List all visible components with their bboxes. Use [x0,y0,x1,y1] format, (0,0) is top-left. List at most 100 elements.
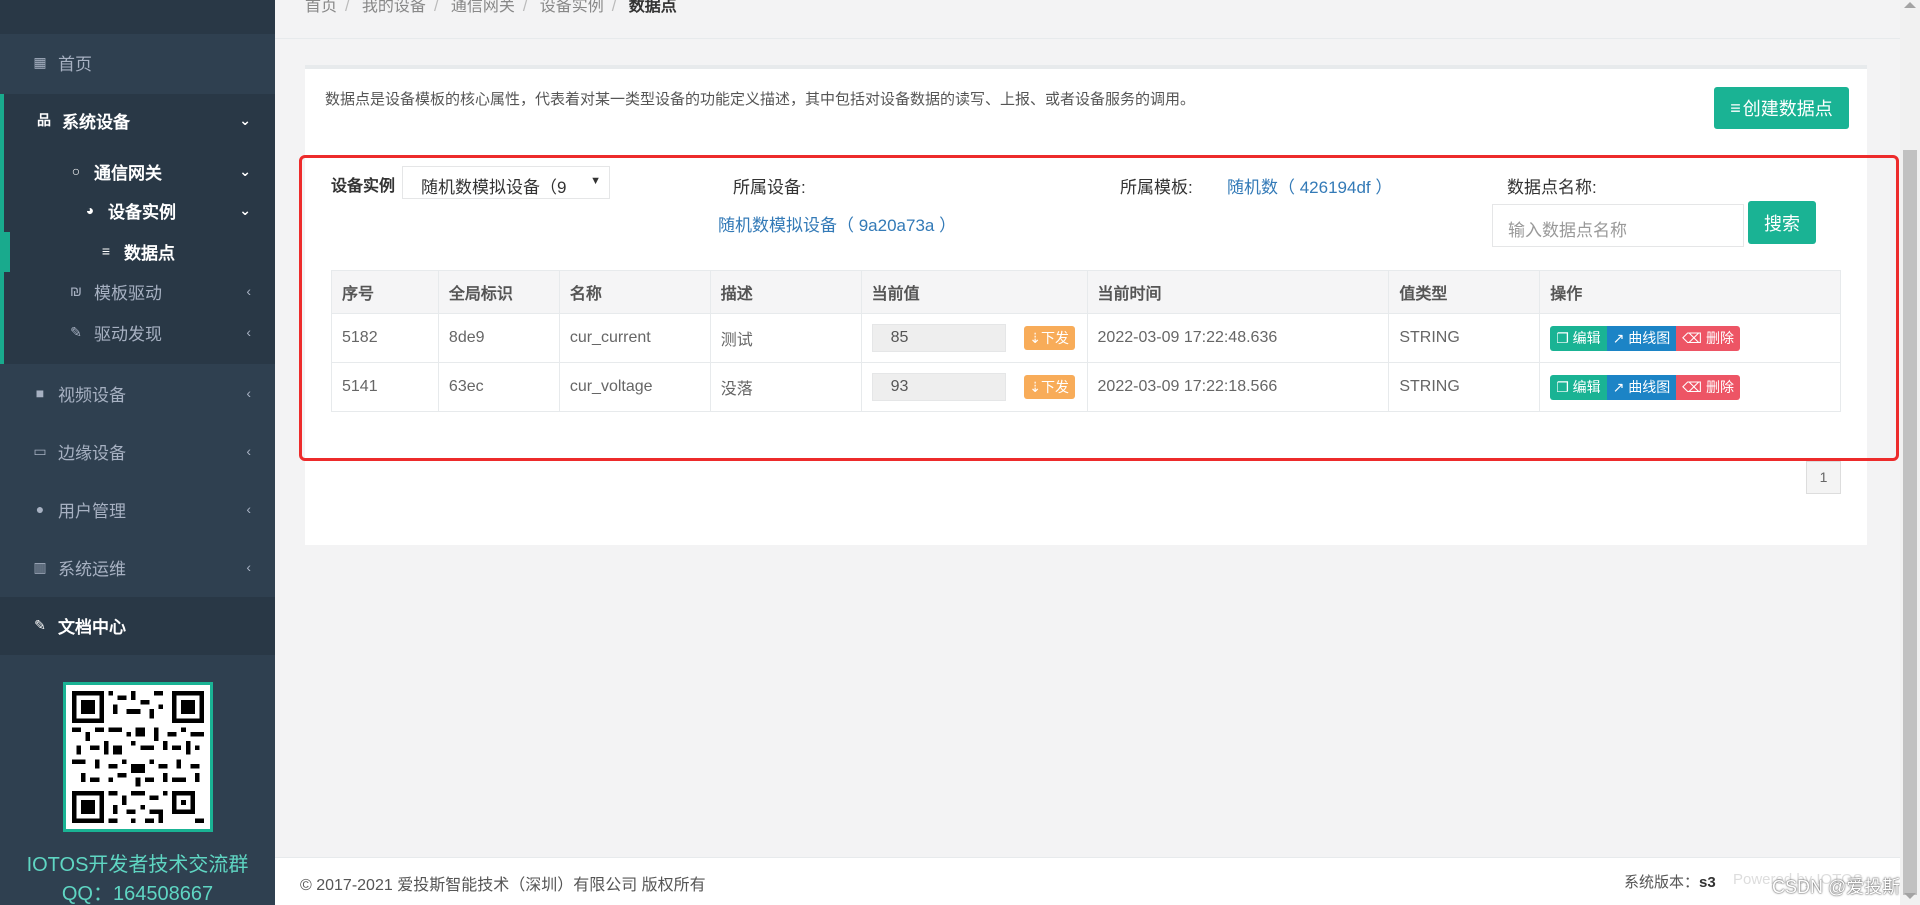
table-row: 5141 63ec cur_voltage 没落 93 ⇣下发 2022-03-0… [331,362,1841,412]
instance-select[interactable]: 随机数模拟设备（9 ▼ [402,166,610,199]
create-data-point-button[interactable]: ≡ 创建数据点 [1714,87,1849,129]
curve-button[interactable]: ↗ 曲线图 [1606,374,1677,400]
laptop-icon: ▭ [33,442,47,459]
chevron-left-icon: ‹ [246,501,251,517]
user-icon: ● [35,501,45,517]
delete-button[interactable]: ⌫ 删除 [1676,374,1740,400]
edit-icon: ✎ [34,616,46,633]
plug-icon: ✎ [70,323,82,340]
delete-button[interactable]: ⌫ 删除 [1676,325,1740,351]
sidebar-item-label: 视频设备 [58,385,126,405]
video-icon: ■ [35,385,45,401]
chevron-down-icon: ⌄ [239,201,251,218]
column-header: 当前时间 [1086,270,1390,314]
grid-icon: ▦ [33,53,47,70]
sidebar-item-label: 系统运维 [58,559,126,579]
breadcrumb-item[interactable]: 设备实例 [540,0,604,15]
dashboard-icon: ◕ [85,202,95,218]
driver-icon: ₪ [70,283,82,299]
chevron-down-icon: ⌄ [239,111,251,128]
sidebar-item-label: 文档中心 [58,617,126,637]
template-label: 所属模板: [1120,178,1193,197]
sidebar-item-driver-discovery[interactable]: ✎ 驱动发现 ‹ [0,318,275,346]
breadcrumb-current: 数据点 [628,0,677,15]
cell-name: cur_voltage [558,362,711,412]
device-label: 所属设备: [733,178,806,197]
cell-desc: 测试 [709,313,862,363]
sidebar-item-video-devices[interactable]: ■ 视频设备 ‹ [0,379,275,407]
sidebar-item-label: 驱动发现 [94,324,162,344]
cell-actions: ❐ 编辑 ↗ 曲线图 ⌫ 删除 [1539,313,1841,363]
column-header: 序号 [331,270,439,314]
edit-button[interactable]: ❐ 编辑 [1550,325,1607,351]
cell-uid: 63ec [437,362,560,412]
search-button[interactable]: 搜索 [1748,201,1816,244]
breadcrumb-item[interactable]: 我的设备 [362,0,426,15]
chevron-down-icon: ⌄ [239,162,251,179]
trash-icon: ⌫ [1682,329,1703,346]
push-button[interactable]: ⇣下发 [1023,375,1075,399]
database-icon: ≡ [1730,97,1741,118]
cell-uid: 8de9 [437,313,560,363]
cell-value: 85 ⇣下发 [860,313,1088,363]
column-header: 全局标识 [437,270,560,314]
version-label: 系统版本： [1624,874,1700,891]
chevron-left-icon: ‹ [246,283,251,299]
sidebar-item-operations[interactable]: ▥ 系统运维 ‹ [0,553,275,581]
sidebar-item-device-instance[interactable]: ◕ 设备实例 ⌄ [0,196,275,224]
scroll-up-icon[interactable] [1904,2,1916,8]
cell-desc: 没落 [709,362,862,412]
breadcrumb-item[interactable]: 通信网关 [451,0,515,15]
table-row: 5182 8de9 cur_current 测试 85 ⇣下发 2022-03-0… [331,313,1841,363]
name-label: 数据点名称: [1507,178,1597,197]
sidebar-top [0,0,275,34]
edit-button[interactable]: ❐ 编辑 [1550,374,1607,400]
device-link[interactable]: 随机数模拟设备（ 9a20a73a ） [718,211,956,236]
page-description: 数据点是设备模板的核心属性，代表着对某一类型设备的功能定义描述，其中包括对设备数… [325,91,1196,108]
scroll-down-icon[interactable] [1904,893,1916,899]
sidebar-item-data-points[interactable]: ≡ 数据点 [0,237,275,265]
breadcrumb-item[interactable]: 首页 [305,0,337,15]
qr-code [63,682,213,832]
value-input[interactable]: 85 [871,324,1006,352]
breadcrumb-separator: / [345,0,350,15]
data-point-name-input[interactable]: 输入数据点名称 [1492,204,1744,247]
copy-icon: ❐ [1556,378,1569,395]
sidebar-item-edge-devices[interactable]: ▭ 边缘设备 ‹ [0,437,275,465]
sidebar-item-user-management[interactable]: ● 用户管理 ‹ [0,495,275,523]
table-header-row: 序号 全局标识 名称 描述 当前值 当前时间 值类型 操作 [331,270,1841,314]
caret-down-icon: ▼ [590,175,601,187]
column-header: 操作 [1539,270,1841,314]
value-input[interactable]: 93 [871,373,1006,401]
curve-label: 曲线图 [1628,378,1671,395]
chevron-left-icon: ‹ [246,385,251,401]
sidebar-item-home[interactable]: ▦ 首页 [0,48,275,76]
sidebar-item-gateway[interactable]: ○ 通信网关 ⌄ [0,157,275,185]
sidebar-item-label: 模板驱动 [94,283,162,303]
sidebar-item-template-driver[interactable]: ₪ 模板驱动 ‹ [0,277,275,305]
curve-button[interactable]: ↗ 曲线图 [1606,325,1677,351]
sidebar-item-system-devices[interactable]: 品 系统设备 ⌄ [0,106,275,134]
column-header: 值类型 [1388,270,1541,314]
cell-value: 93 ⇣下发 [860,362,1088,412]
sidebar-item-docs[interactable]: ✎ 文档中心 [0,611,275,639]
template-link[interactable]: 随机数（ 426194df ） [1227,173,1392,198]
edit-label: 编辑 [1572,329,1601,346]
breadcrumb-separator: / [611,0,617,15]
circle-icon: ○ [71,163,81,179]
chevron-left-icon: ‹ [246,559,251,575]
push-button[interactable]: ⇣下发 [1023,326,1075,350]
sidebar-item-label: 首页 [58,54,92,74]
cell-id: 5141 [331,362,439,412]
qr-group-qq: QQ：164508667 [61,883,214,905]
delete-label: 删除 [1705,378,1734,395]
cell-id: 5182 [331,313,439,363]
column-header: 描述 [709,270,862,314]
footer-version: 系统版本：s3 [1624,871,1716,892]
arrow-down-icon: ⇣ [1029,379,1041,395]
cell-type: STRING [1388,362,1541,412]
pagination-page[interactable]: 1 [1806,461,1841,494]
cell-name: cur_current [558,313,711,363]
breadcrumb-separator: / [433,0,439,15]
scrollbar-thumb[interactable] [1903,150,1917,895]
